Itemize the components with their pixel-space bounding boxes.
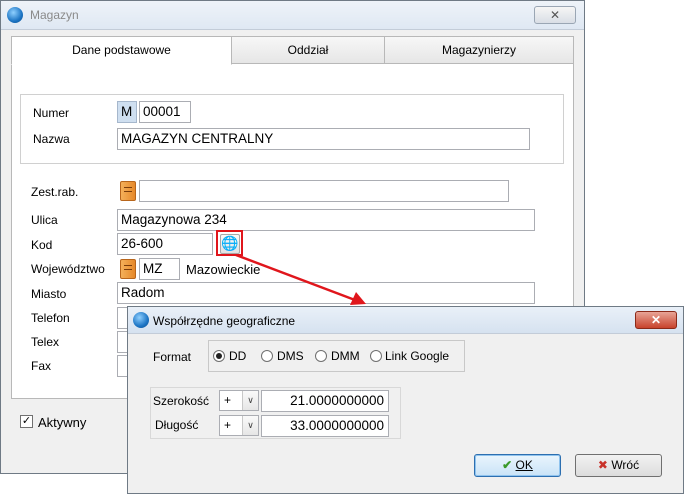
- dlugosc-label: Długość: [155, 418, 199, 432]
- szerokosc-field[interactable]: 21.0000000000: [261, 390, 389, 412]
- fax-label: Fax: [31, 359, 52, 373]
- format-label: Format: [153, 350, 192, 364]
- radio-dms-label[interactable]: DMS: [277, 349, 304, 363]
- wojewodztwo-name: Mazowieckie: [186, 262, 261, 277]
- ok-button[interactable]: ✔ OK: [474, 454, 561, 477]
- telex-label: Telex: [31, 335, 60, 349]
- dialog-titlebar[interactable]: Współrzędne geograficzne ✕: [128, 307, 683, 334]
- coords-dialog: Współrzędne geograficzne ✕ Format DD DMS…: [127, 306, 684, 494]
- ok-label: OK: [515, 458, 533, 472]
- radio-dd[interactable]: [213, 350, 225, 362]
- cancel-icon: ✖: [597, 458, 608, 472]
- szerokosc-label: Szerokość: [153, 394, 210, 408]
- globe-icon: 🌐: [221, 235, 239, 251]
- check-icon: ✓: [21, 415, 32, 427]
- numer-label: Numer: [33, 106, 70, 120]
- radio-dms[interactable]: [261, 350, 273, 362]
- close-icon: ✕: [650, 313, 662, 327]
- app-logo-icon: [7, 7, 23, 23]
- nazwa-field[interactable]: MAGAZYN CENTRALNY: [117, 128, 530, 150]
- aktywny-checkbox[interactable]: ✓: [20, 415, 33, 428]
- chevron-down-icon: ∨: [242, 391, 258, 410]
- dialog-title: Współrzędne geograficzne: [153, 314, 296, 328]
- miasto-label: Miasto: [31, 287, 67, 301]
- window-title: Magazyn: [30, 8, 79, 22]
- szerokosc-sign-select[interactable]: + ∨: [219, 390, 259, 411]
- zest-rab-label: Zest.rab.: [31, 185, 79, 199]
- main-titlebar[interactable]: Magazyn ✕: [1, 1, 584, 30]
- telefon-label: Telefon: [31, 311, 70, 325]
- radio-dmm-label[interactable]: DMM: [331, 349, 360, 363]
- wojewodztwo-label: Województwo: [31, 262, 105, 276]
- radio-link-google-label[interactable]: Link Google: [385, 349, 449, 363]
- wojewodztwo-code-field[interactable]: MZ: [139, 258, 180, 280]
- tab-bar: Dane podstawowe Oddział Magazynierzy: [11, 36, 574, 65]
- tab-oddzial[interactable]: Oddział: [231, 36, 385, 64]
- radio-dd-label[interactable]: DD: [229, 349, 246, 363]
- dlugosc-field[interactable]: 33.0000000000: [261, 415, 389, 437]
- app-logo-icon: [133, 312, 149, 328]
- close-button[interactable]: ✕: [534, 6, 576, 24]
- dialog-close-button[interactable]: ✕: [635, 311, 677, 329]
- radio-link-google[interactable]: [370, 350, 382, 362]
- close-icon: ✕: [549, 8, 561, 22]
- aktywny-label: Aktywny: [38, 415, 87, 430]
- book-icon[interactable]: [120, 259, 136, 279]
- chevron-down-icon: ∨: [242, 416, 258, 435]
- check-icon: ✔: [502, 458, 513, 472]
- radio-dmm[interactable]: [315, 350, 327, 362]
- tab-magazynierzy[interactable]: Magazynierzy: [384, 36, 574, 64]
- zest-rab-field[interactable]: [139, 180, 509, 202]
- miasto-field[interactable]: Radom: [117, 282, 535, 304]
- globe-button[interactable]: 🌐: [220, 234, 240, 254]
- dlugosc-sign-select[interactable]: + ∨: [219, 415, 259, 436]
- tab-dane-podstawowe[interactable]: Dane podstawowe: [11, 36, 232, 65]
- book-icon[interactable]: [120, 181, 136, 201]
- ulica-field[interactable]: Magazynowa 234: [117, 209, 535, 231]
- kod-field[interactable]: 26-600: [117, 233, 213, 255]
- numer-field[interactable]: 00001: [139, 101, 191, 123]
- ulica-label: Ulica: [31, 213, 58, 227]
- kod-label: Kod: [31, 238, 53, 252]
- cancel-label: Wróć: [611, 458, 640, 472]
- cancel-button[interactable]: ✖ Wróć: [575, 454, 662, 477]
- nazwa-label: Nazwa: [33, 132, 70, 146]
- numer-prefix-field[interactable]: M: [117, 101, 137, 123]
